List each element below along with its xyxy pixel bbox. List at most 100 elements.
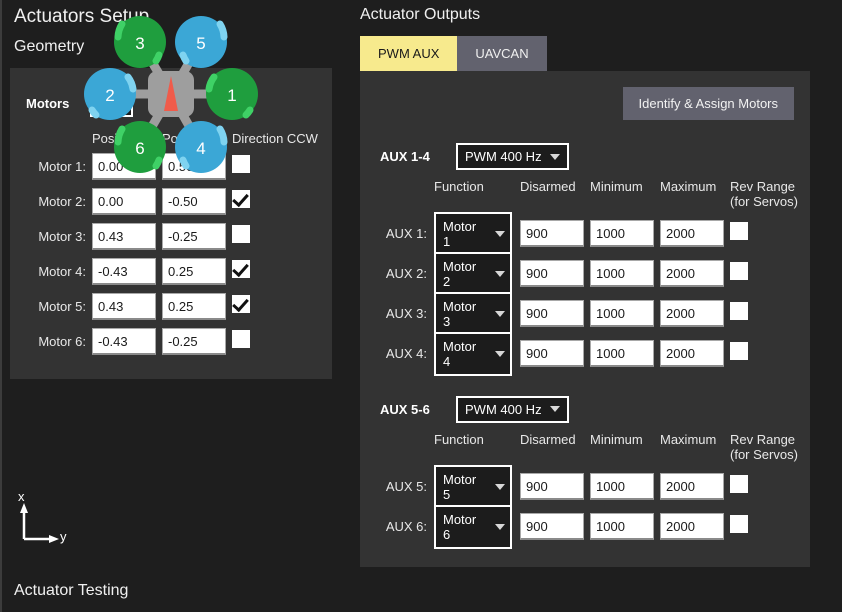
aux-3-function-dropdown[interactable]: Motor 3 xyxy=(434,291,512,336)
aux-4-disarmed-input[interactable] xyxy=(520,340,584,368)
aux-1-maximum-input[interactable] xyxy=(660,220,724,248)
aux-4-rev-range-checkbox[interactable] xyxy=(730,342,748,361)
aux-6-function-dropdown[interactable]: Motor 6 xyxy=(434,504,512,549)
aux-group-2-column-headers: Function Disarmed Minimum Maximum Rev Ra… xyxy=(360,423,810,467)
motor-3-ccw-checkbox[interactable] xyxy=(232,225,250,243)
tab-pwm-aux[interactable]: PWM AUX xyxy=(360,36,458,71)
aux-2-rev-range-checkbox[interactable] xyxy=(730,262,748,281)
aux-4-maximum-input[interactable] xyxy=(660,340,724,368)
aux-2-function-value: Motor 2 xyxy=(443,258,477,289)
aux-5-minimum-input[interactable] xyxy=(590,473,654,501)
axis-x-label: x xyxy=(18,489,25,504)
aux-group-2-header: AUX 5-6 PWM 400 Hz xyxy=(360,395,810,423)
svg-text:5: 5 xyxy=(196,34,205,53)
aux-3-rev-range-checkbox[interactable] xyxy=(730,302,748,321)
aux-3-disarmed-input[interactable] xyxy=(520,300,584,328)
actuator-testing-section-title: Actuator Testing xyxy=(14,582,129,599)
aux-2-maximum-input[interactable] xyxy=(660,260,724,288)
motor-5-position-x-input[interactable] xyxy=(92,293,156,320)
aux-1-disarmed-input[interactable] xyxy=(520,220,584,248)
chevron-down-icon xyxy=(549,406,560,413)
column-header-minimum: Minimum xyxy=(590,431,643,447)
aux-5-maximum-input[interactable] xyxy=(660,473,724,501)
motor-5-position-y-input[interactable] xyxy=(162,293,226,320)
table-row: Motor 3: xyxy=(10,219,332,254)
aux-group-1-header: AUX 1-4 PWM 400 Hz xyxy=(360,143,810,170)
aux-row-label: AUX 2: xyxy=(385,266,427,282)
aux-6-disarmed-input[interactable] xyxy=(520,513,584,541)
motor-6-position-y-input[interactable] xyxy=(162,328,226,355)
aux-6-maximum-input[interactable] xyxy=(660,513,724,541)
column-header-rev-range: Rev Range (for Servos) xyxy=(730,179,810,210)
table-row: Motor 4: xyxy=(10,254,332,289)
aux-5-rev-range-checkbox[interactable] xyxy=(730,475,748,494)
right-column: Actuator Outputs PWM AUX UAVCAN Identify… xyxy=(356,0,842,612)
tab-uavcan[interactable]: UAVCAN xyxy=(457,36,547,71)
rev-range-line1: Rev Range xyxy=(730,179,796,194)
rev-range-line2: (for Servos) xyxy=(730,446,798,462)
chevron-down-icon xyxy=(495,270,505,277)
column-header-minimum: Minimum xyxy=(590,179,643,194)
identify-assign-motors-button[interactable]: Identify & Assign Motors xyxy=(622,87,794,120)
motor-3-position-y-input[interactable] xyxy=(162,223,226,250)
left-column: Actuators Setup Geometry Motors 6 Positi… xyxy=(0,0,356,612)
aux-1-rev-range-checkbox[interactable] xyxy=(730,222,748,241)
column-header-maximum: Maximum xyxy=(660,179,717,194)
motor-2-position-x-input[interactable] xyxy=(92,188,156,215)
aux-group-2-label: AUX 5-6 xyxy=(380,401,430,417)
aux-4-function-value: Motor 4 xyxy=(443,338,477,369)
aux-3-minimum-input[interactable] xyxy=(590,300,654,328)
chevron-down-icon xyxy=(495,483,505,490)
rev-range-line1: Rev Range xyxy=(730,431,796,447)
aux-5-disarmed-input[interactable] xyxy=(520,473,584,501)
column-header-disarmed: Disarmed xyxy=(520,431,576,447)
chevron-down-icon xyxy=(549,153,560,160)
motor-row-label: Motor 4: xyxy=(38,264,86,279)
aux-1-function-value: Motor 1 xyxy=(443,218,477,249)
aux-2-minimum-input[interactable] xyxy=(590,260,654,288)
aux-4-function-dropdown[interactable]: Motor 4 xyxy=(434,331,512,376)
rotor-4: 4 xyxy=(175,121,228,173)
motor-4-ccw-checkbox[interactable] xyxy=(232,260,250,278)
table-row: Motor 5: xyxy=(10,289,332,324)
motor-row-label: Motor 2: xyxy=(38,194,86,209)
motor-6-ccw-checkbox[interactable] xyxy=(232,330,250,348)
aux-3-maximum-input[interactable] xyxy=(660,300,724,328)
aux-6-rev-range-checkbox[interactable] xyxy=(730,515,748,534)
svg-text:2: 2 xyxy=(105,86,114,105)
aux-5-function-value: Motor 5 xyxy=(443,471,477,502)
actuator-outputs-section-title: Actuator Outputs xyxy=(360,6,481,23)
aux-6-minimum-input[interactable] xyxy=(590,513,654,541)
motor-3-position-x-input[interactable] xyxy=(92,223,156,250)
svg-text:6: 6 xyxy=(135,139,144,158)
aux-2-function-dropdown[interactable]: Motor 2 xyxy=(434,251,512,296)
motor-5-ccw-checkbox[interactable] xyxy=(232,295,250,313)
aux-4-minimum-input[interactable] xyxy=(590,340,654,368)
column-header-function: Function xyxy=(434,179,484,194)
motor-2-ccw-checkbox[interactable] xyxy=(232,190,250,208)
aux-row-label: AUX 5: xyxy=(385,479,427,495)
motor-4-position-y-input[interactable] xyxy=(162,258,226,285)
svg-text:1: 1 xyxy=(227,86,236,105)
aux-group-2-rate-dropdown[interactable]: PWM 400 Hz xyxy=(456,395,569,423)
aux-1-function-dropdown[interactable]: Motor 1 xyxy=(434,211,512,256)
table-row: AUX 5: Motor 5 xyxy=(360,464,810,509)
aux-3-function-value: Motor 3 xyxy=(443,298,477,329)
aux-row-label: AUX 3: xyxy=(385,306,427,322)
aux-group-1-column-headers: Function Disarmed Minimum Maximum Rev Ra… xyxy=(360,170,810,214)
table-row: AUX 4: Motor 4 xyxy=(360,331,810,376)
motor-2-position-y-input[interactable] xyxy=(162,188,226,215)
aux-1-minimum-input[interactable] xyxy=(590,220,654,248)
column-header-function: Function xyxy=(434,431,484,447)
motor-row-label: Motor 6: xyxy=(38,334,86,349)
aux-2-disarmed-input[interactable] xyxy=(520,260,584,288)
aux-row-label: AUX 1: xyxy=(385,226,427,242)
svg-text:3: 3 xyxy=(135,34,144,53)
outputs-panel: Identify & Assign Motors AUX 1-4 PWM 400… xyxy=(360,71,810,567)
aux-5-function-dropdown[interactable]: Motor 5 xyxy=(434,464,512,509)
table-row: Motor 6: xyxy=(10,324,332,359)
motor-6-position-x-input[interactable] xyxy=(92,328,156,355)
aux-group-1-rate-dropdown[interactable]: PWM 400 Hz xyxy=(456,143,569,170)
motor-4-position-x-input[interactable] xyxy=(92,258,156,285)
motor-row-label: Motor 3: xyxy=(38,229,86,244)
